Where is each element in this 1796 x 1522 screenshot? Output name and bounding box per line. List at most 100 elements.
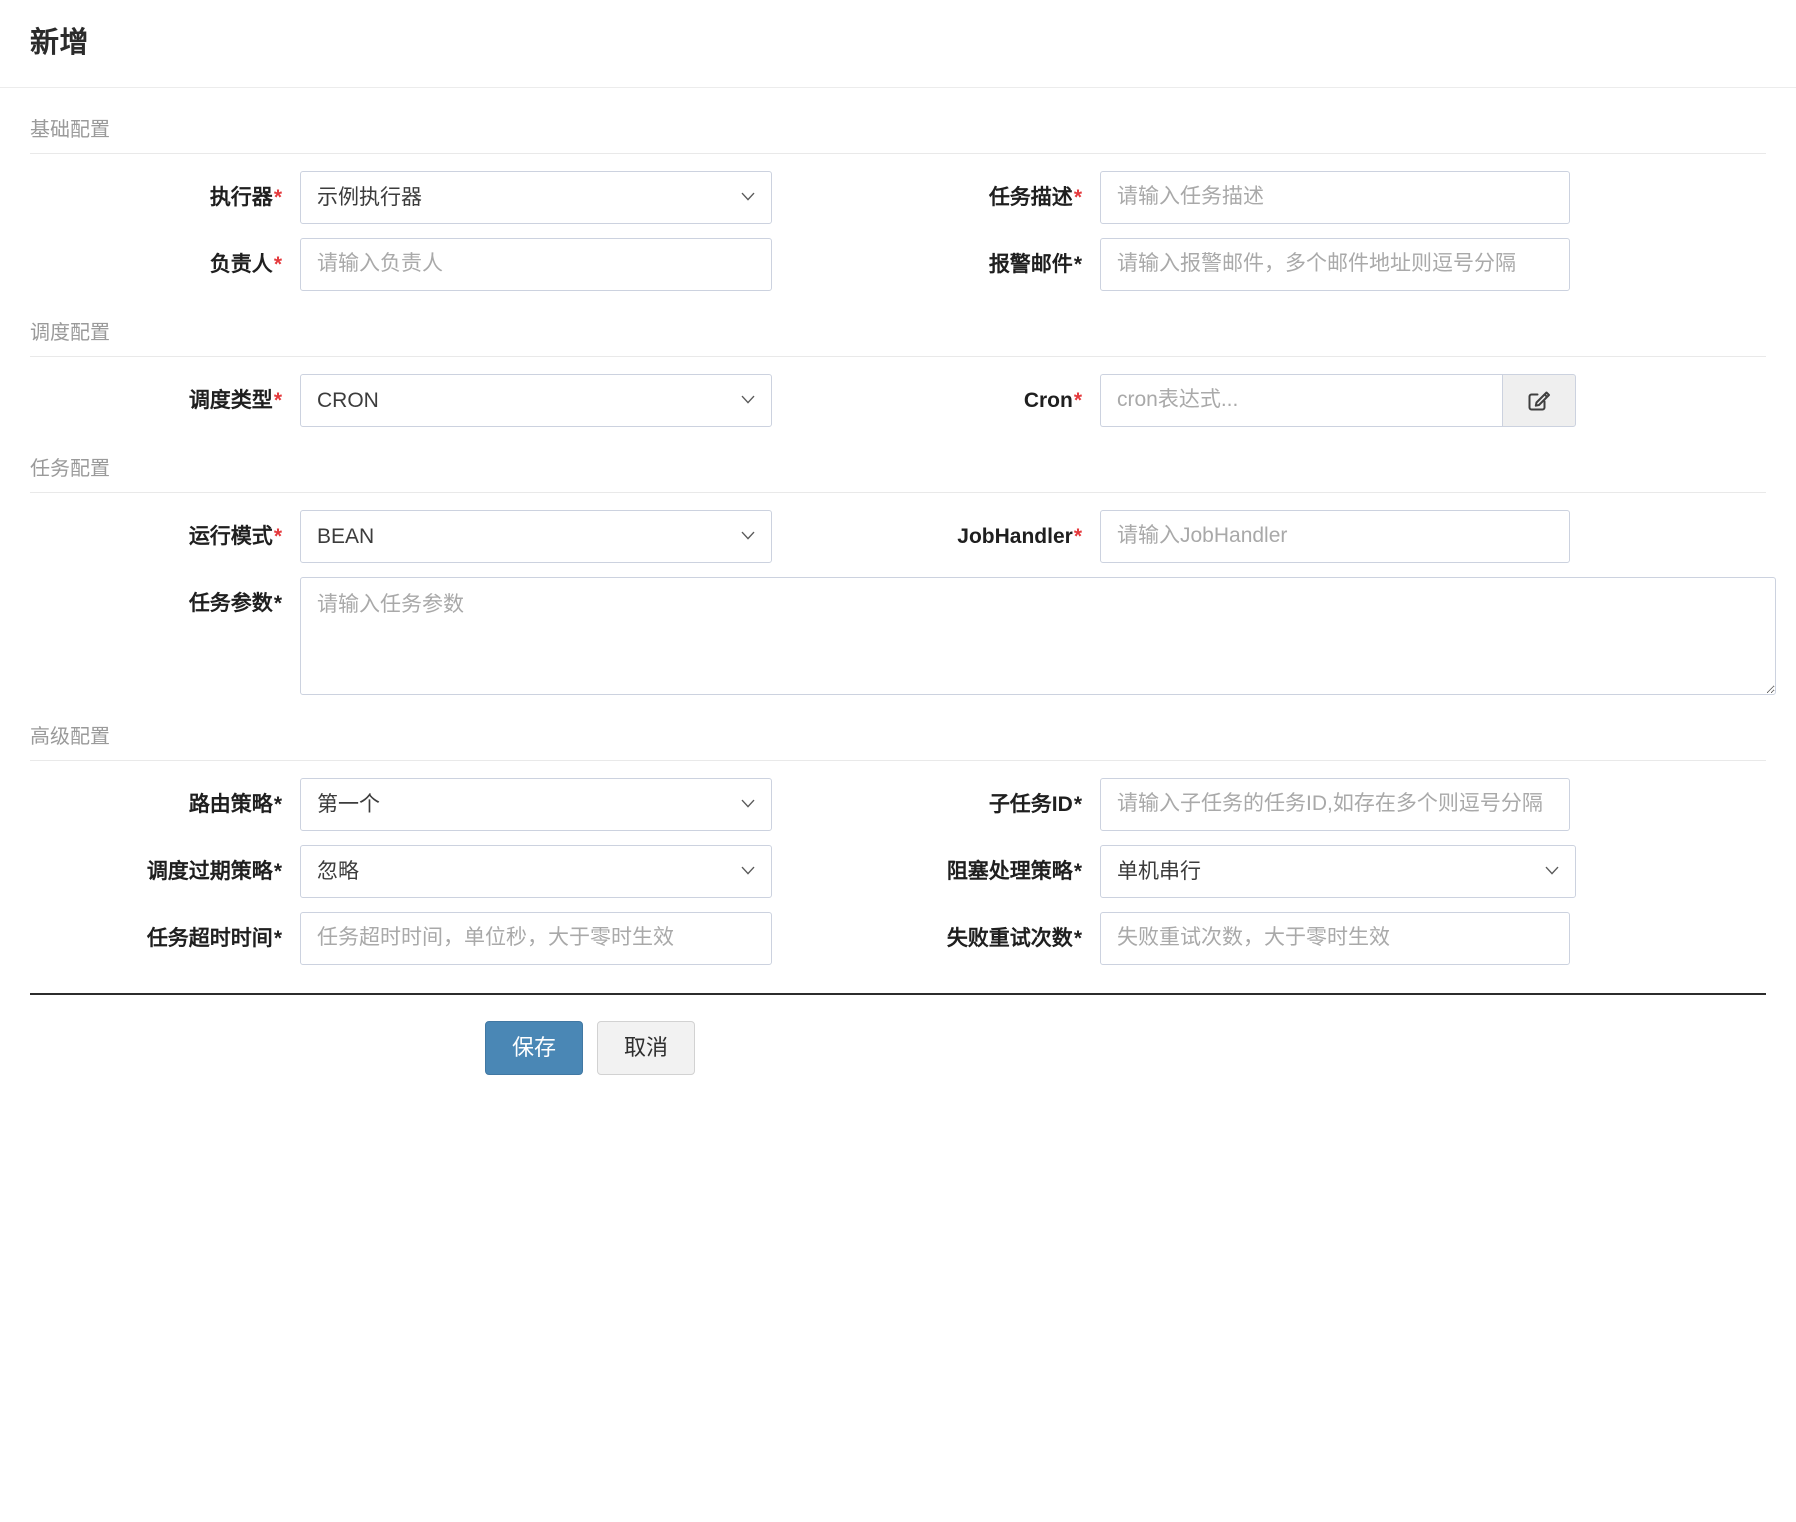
schedule-type-select[interactable]: CRON: [300, 373, 772, 427]
field-cron: Cron*: [910, 373, 1766, 427]
section-title-schedule: 调度配置: [30, 321, 110, 344]
owner-input[interactable]: [300, 237, 772, 291]
field-misfire-strategy: 调度过期策略* 忽略: [30, 844, 910, 898]
required-asterisk: *: [1073, 859, 1082, 883]
label-job-handler-text: JobHandler: [957, 524, 1073, 548]
cron-input-group-inner: [1100, 373, 1576, 427]
field-schedule-type: 调度类型* CRON: [30, 373, 910, 427]
label-alarm-email-text: 报警邮件: [988, 252, 1073, 276]
form-row-owner-alarmemail: 负责人* 报警邮件*: [30, 237, 1766, 291]
form-row-executor-jobdesc: 执行器* 示例执行器 任务描述*: [30, 170, 1766, 224]
field-owner: 负责人*: [30, 237, 910, 291]
field-executor: 执行器* 示例执行器: [30, 170, 910, 224]
job-handler-input[interactable]: [1100, 509, 1570, 563]
field-route-strategy: 路由策略* 第一个: [30, 777, 910, 831]
cron-input-group: [1100, 373, 1576, 427]
label-child-job-id-text: 子任务ID: [988, 792, 1073, 816]
form-row-route-childjob: 路由策略* 第一个 子任务ID*: [30, 777, 1766, 831]
fail-retry-count-input-wrapper: [1100, 911, 1570, 965]
save-button[interactable]: 保存: [485, 1020, 584, 1075]
field-executor-param: 任务参数*: [30, 576, 1776, 695]
label-schedule-type-text: 调度类型: [188, 388, 273, 412]
section-advanced-config: 高级配置 路由策略* 第一个 子任务ID* 请输入子任务的任务ID,如存在多个则…: [30, 725, 1766, 965]
job-desc-input[interactable]: [1100, 170, 1570, 224]
executor-select[interactable]: 示例执行器: [300, 170, 772, 224]
block-strategy-select[interactable]: 单机串行: [1100, 844, 1576, 898]
label-alarm-email: 报警邮件*: [910, 238, 1100, 291]
cron-input[interactable]: [1100, 373, 1502, 427]
child-job-id-input[interactable]: [1100, 777, 1570, 831]
required-asterisk: *: [273, 591, 282, 615]
required-asterisk: *: [1073, 524, 1082, 548]
job-desc-input-wrapper: [1100, 170, 1570, 224]
cron-edit-button[interactable]: [1502, 373, 1576, 427]
form-row-executor-param: 任务参数*: [30, 576, 1776, 695]
required-asterisk: *: [273, 792, 282, 816]
field-job-timeout: 任务超时时间*: [30, 911, 910, 965]
section-title-job: 任务配置: [30, 457, 110, 480]
executor-param-textarea-wrapper: [300, 576, 1776, 695]
cancel-button[interactable]: 取消: [597, 1020, 696, 1075]
label-job-desc: 任务描述*: [910, 171, 1100, 224]
form-footer: 保存 取消: [0, 995, 1796, 1075]
label-block-strategy: 阻塞处理策略*: [910, 845, 1100, 898]
misfire-strategy-select-wrapper[interactable]: 忽略: [300, 844, 772, 898]
label-executor-text: 执行器: [209, 185, 273, 209]
required-asterisk: *: [273, 252, 282, 276]
misfire-strategy-select[interactable]: 忽略: [300, 844, 772, 898]
block-strategy-select-wrapper[interactable]: 单机串行: [1100, 844, 1576, 898]
label-job-timeout-text: 任务超时时间: [146, 926, 273, 950]
label-owner-text: 负责人: [209, 252, 273, 276]
form-row-misfire-block: 调度过期策略* 忽略 阻塞处理策略* 单机串行: [30, 844, 1766, 898]
job-handler-input-wrapper: [1100, 509, 1570, 563]
executor-param-textarea[interactable]: [300, 576, 1776, 695]
label-cron: Cron*: [910, 374, 1100, 427]
label-misfire-strategy: 调度过期策略*: [30, 845, 300, 898]
required-asterisk: *: [1073, 792, 1082, 816]
form-body: 基础配置 执行器* 示例执行器 任务描述* 请输入任务描述 负责人* 请输入负责…: [0, 118, 1796, 965]
executor-select-wrapper[interactable]: 示例执行器: [300, 170, 772, 224]
label-schedule-type: 调度类型*: [30, 374, 300, 427]
field-job-handler: JobHandler*: [910, 509, 1766, 563]
label-executor: 执行器*: [30, 171, 300, 224]
label-owner: 负责人*: [30, 238, 300, 291]
label-misfire-strategy-text: 调度过期策略: [146, 859, 273, 883]
label-fail-retry-count: 失败重试次数*: [910, 912, 1100, 965]
section-title-basic: 基础配置: [30, 118, 110, 141]
section-basic-config: 基础配置 执行器* 示例执行器 任务描述* 请输入任务描述 负责人* 请输入负责…: [30, 118, 1766, 291]
schedule-type-select-wrapper[interactable]: CRON: [300, 373, 772, 427]
route-strategy-select[interactable]: 第一个: [300, 777, 772, 831]
required-asterisk: *: [1073, 185, 1082, 209]
label-glue-type-text: 运行模式: [188, 524, 273, 548]
label-job-handler: JobHandler*: [910, 510, 1100, 563]
label-glue-type: 运行模式*: [30, 510, 300, 563]
route-strategy-select-wrapper[interactable]: 第一个: [300, 777, 772, 831]
required-asterisk: *: [273, 524, 282, 548]
field-child-job-id: 子任务ID*: [910, 777, 1766, 831]
required-asterisk: *: [1073, 252, 1082, 276]
section-job-config: 任务配置 运行模式* BEAN JobHandler* 请输入JobHandle…: [30, 457, 1776, 695]
field-alarm-email: 报警邮件*: [910, 237, 1766, 291]
fail-retry-count-input[interactable]: [1100, 911, 1570, 965]
alarm-email-input[interactable]: [1100, 237, 1570, 291]
section-divider: [30, 491, 1766, 493]
label-job-timeout: 任务超时时间*: [30, 912, 300, 965]
page-header: 新增: [0, 0, 1796, 88]
edit-square-icon: [1526, 387, 1552, 413]
field-glue-type: 运行模式* BEAN: [30, 509, 910, 563]
field-block-strategy: 阻塞处理策略* 单机串行: [910, 844, 1766, 898]
glue-type-select[interactable]: BEAN: [300, 509, 772, 563]
form-row-timeout-retry: 任务超时时间* 失败重试次数*: [30, 911, 1766, 965]
add-job-form-page: 新增 基础配置 执行器* 示例执行器 任务描述* 请输入任务描述 负责人* 请输…: [0, 0, 1796, 1522]
required-asterisk: *: [273, 185, 282, 209]
form-row-scheduletype-cron: 调度类型* CRON Cron*: [30, 373, 1766, 427]
label-child-job-id: 子任务ID*: [910, 778, 1100, 831]
section-schedule-config: 调度配置 调度类型* CRON Cron*: [30, 321, 1766, 427]
job-timeout-input-wrapper: [300, 911, 772, 965]
glue-type-select-wrapper[interactable]: BEAN: [300, 509, 772, 563]
child-job-id-input-wrapper: [1100, 777, 1570, 831]
required-asterisk: *: [1073, 926, 1082, 950]
job-timeout-input[interactable]: [300, 911, 772, 965]
section-divider: [30, 759, 1766, 761]
alarm-email-input-wrapper: [1100, 237, 1570, 291]
